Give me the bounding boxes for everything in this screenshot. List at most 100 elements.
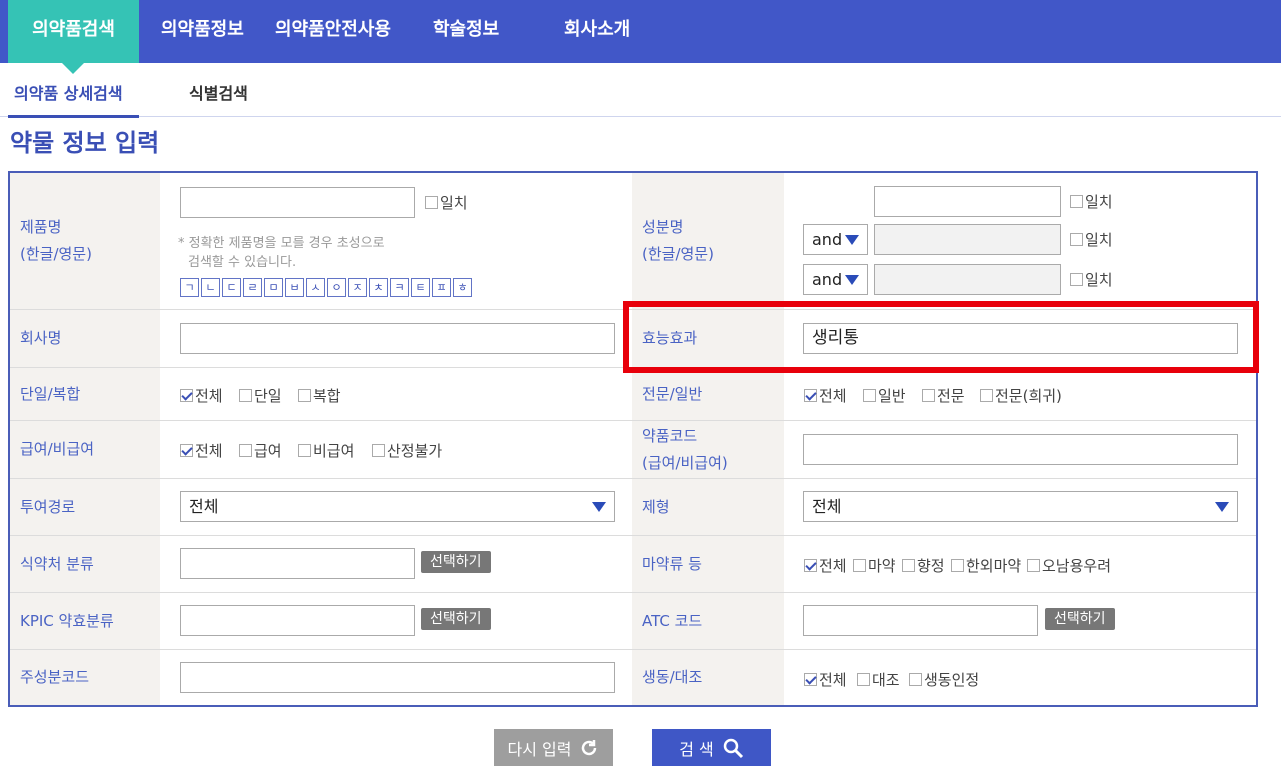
prof-general-all-checkbox[interactable]: 전체 [804,385,847,406]
ingredient-input-2[interactable] [874,224,1061,255]
narcotics-all-checkbox[interactable]: 전체 [804,555,847,576]
atc-input[interactable] [803,605,1038,636]
label-text: 식약처 분류 [20,554,94,573]
prof-general-prof-checkbox[interactable]: 전문 [922,385,965,406]
jamo-button[interactable]: ㅊ [369,278,388,297]
bioequiv-all-checkbox[interactable]: 전체 [804,669,847,690]
ingredient-operator-select-1[interactable]: and [803,224,868,255]
bioequiv-approved-checkbox[interactable]: 생동인정 [909,669,979,690]
search-button[interactable]: 검 색 [652,729,771,766]
route-select[interactable]: 전체 [180,491,615,522]
jamo-button[interactable]: ㅇ [327,278,346,297]
checkbox-box[interactable] [425,196,438,209]
checkbox-box[interactable] [1070,195,1083,208]
checkbox-box[interactable] [857,673,870,686]
ingredient-operator-select-2[interactable]: and [803,264,868,295]
ingredient-code-input[interactable] [180,662,615,693]
checkbox-box[interactable] [804,673,817,686]
checkbox-box[interactable] [951,559,964,572]
atc-select-button[interactable]: 선택하기 [1045,608,1115,630]
jamo-button[interactable]: ㅎ [453,278,472,297]
checkbox-box[interactable] [922,389,935,402]
checkbox-label: 전체 [819,557,847,575]
ingredient-input-3[interactable] [874,264,1061,295]
checkbox-box[interactable] [372,444,385,457]
checkbox-box[interactable] [1070,233,1083,246]
tab-drug-info[interactable]: 의약품정보 [161,0,244,63]
subtab-detail-search[interactable]: 의약품 상세검색 [14,80,123,104]
checkbox-box[interactable] [804,389,817,402]
single-combo-all-checkbox[interactable]: 전체 [180,385,223,406]
company-input[interactable] [180,323,615,354]
jamo-button[interactable]: ㅌ [411,278,430,297]
label-text: 투여경로 [20,497,76,516]
label-text: 회사명 [20,329,62,347]
jamo-button[interactable]: ㅈ [348,278,367,297]
kpic-select-button[interactable]: 선택하기 [421,608,491,630]
ingredient-exact-checkbox-3[interactable]: 일치 [1070,269,1113,290]
jamo-button[interactable]: ㄷ [222,278,241,297]
checkbox-box[interactable] [298,389,311,402]
label-drug-code: 약품코드 (급여/비급여) [632,421,784,478]
checkbox-label: 한외마약 [966,557,1022,575]
checkbox-label: 일치 [1085,271,1113,289]
prof-general-rare-checkbox[interactable]: 전문(희귀) [980,385,1062,406]
ingredient-exact-checkbox-1[interactable]: 일치 [1070,191,1113,212]
single-combo-single-checkbox[interactable]: 단일 [239,385,282,406]
reset-button-label: 다시 입력 [507,739,572,759]
checkbox-box[interactable] [239,389,252,402]
single-combo-combo-checkbox[interactable]: 복합 [298,385,341,406]
subtab-identify-search[interactable]: 식별검색 [189,80,248,104]
hint-line-1: * 정확한 제품명을 모를 경우 초성으로 [178,236,385,251]
coverage-uncovered-checkbox[interactable]: 비급여 [298,440,354,461]
narcotics-narcotic-checkbox[interactable]: 마약 [853,555,896,576]
checkbox-box[interactable] [980,389,993,402]
coverage-all-checkbox[interactable]: 전체 [180,440,223,461]
drug-code-input[interactable] [803,434,1238,465]
label-text: 제형 [642,497,670,516]
kpic-input[interactable] [180,605,415,636]
checkbox-label: 전체 [819,671,847,689]
jamo-button[interactable]: ㅋ [390,278,409,297]
sub-navigation: 의약품 상세검색 식별검색 [0,63,1281,119]
jamo-button[interactable]: ㅍ [432,278,451,297]
checkbox-box[interactable] [298,444,311,457]
ingredient-input-1[interactable] [874,186,1061,217]
jamo-button[interactable]: ㅂ [285,278,304,297]
narcotics-abuse-checkbox[interactable]: 오남용우려 [1027,555,1111,576]
subnav-active-underline [8,115,139,118]
form-select[interactable]: 전체 [803,491,1238,522]
mfds-class-input[interactable] [180,548,415,579]
checkbox-box[interactable] [804,559,817,572]
checkbox-box[interactable] [1070,273,1083,286]
checkbox-box[interactable] [180,389,193,402]
checkbox-box[interactable] [909,673,922,686]
checkbox-box[interactable] [902,559,915,572]
checkbox-box[interactable] [180,444,193,457]
mfds-select-button[interactable]: 선택하기 [421,551,491,573]
reset-button[interactable]: 다시 입력 [494,729,613,766]
bioequiv-reference-checkbox[interactable]: 대조 [857,669,900,690]
coverage-na-checkbox[interactable]: 산정불가 [372,440,442,461]
product-name-exact-checkbox[interactable]: 일치 [425,192,468,213]
checkbox-box[interactable] [853,559,866,572]
checkbox-box[interactable] [1027,559,1040,572]
jamo-button[interactable]: ㄹ [243,278,262,297]
prof-general-general-checkbox[interactable]: 일반 [863,385,906,406]
jamo-button[interactable]: ㄱ [180,278,199,297]
checkbox-box[interactable] [239,444,252,457]
jamo-button[interactable]: ㅅ [306,278,325,297]
checkbox-box[interactable] [863,389,876,402]
ingredient-exact-checkbox-2[interactable]: 일치 [1070,229,1113,250]
narcotics-exempt-checkbox[interactable]: 한외마약 [951,555,1021,576]
coverage-covered-checkbox[interactable]: 급여 [239,440,282,461]
jamo-button[interactable]: ㄴ [201,278,220,297]
highlight-box [623,301,1259,373]
tab-company-intro[interactable]: 회사소개 [564,0,630,63]
tab-drug-safety[interactable]: 의약품안전사용 [275,0,391,63]
product-name-input[interactable] [180,187,415,218]
tab-drug-search[interactable]: 의약품검색 [8,0,139,63]
narcotics-psychotropic-checkbox[interactable]: 향정 [902,555,945,576]
jamo-button[interactable]: ㅁ [264,278,283,297]
tab-academic-info[interactable]: 학술정보 [433,0,499,63]
